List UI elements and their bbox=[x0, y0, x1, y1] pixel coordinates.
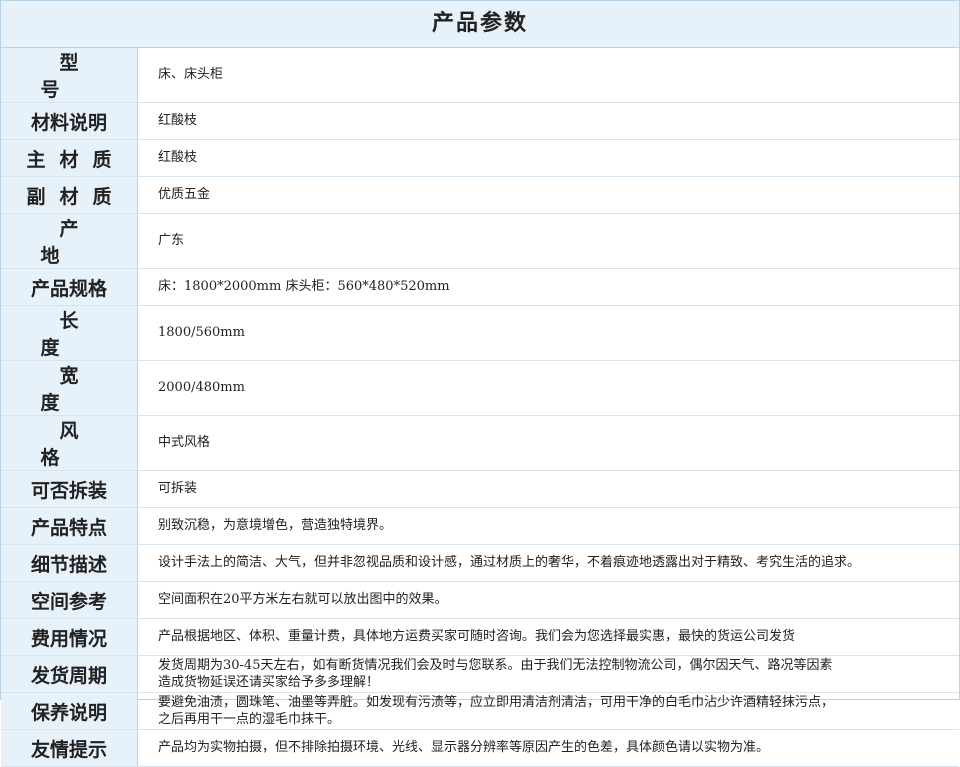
table-row: 主材质 红酸枝 bbox=[1, 139, 959, 177]
row-value: 2000/480mm bbox=[137, 360, 959, 416]
row-value: 床：1800*2000mm 床头柜：560*480*520mm bbox=[137, 268, 959, 306]
page-title: 产品参数 bbox=[1, 1, 959, 48]
row-label: 产品规格 bbox=[1, 268, 138, 306]
row-value-line: 要避免油渍，圆珠笔、油墨等弄脏。如发现有污渍等，应立即用清洁剂清洁，可用干净的白… bbox=[158, 695, 835, 710]
row-label: 主材质 bbox=[1, 139, 138, 177]
row-value-line: 红酸枝 bbox=[158, 113, 198, 128]
row-value: 产品均为实物拍摄，但不排除拍摄环境、光线、显示器分辨率等原因产生的色差，具体颜色… bbox=[137, 729, 959, 767]
table-row: 产品特点 别致沉稳，为意境增色，营造独特境界。 bbox=[1, 507, 959, 545]
row-label: 产地 bbox=[1, 213, 138, 269]
table-row: 保养说明 要避免油渍，圆珠笔、油墨等弄脏。如发现有污渍等，应立即用清洁剂清洁，可用… bbox=[1, 692, 959, 730]
row-value-line: 床：1800*2000mm 床头柜：560*480*520mm bbox=[158, 279, 450, 294]
row-value-line: 发货周期为30-45天左右，如有断货情况我们会及时与您联系。由于我们无法控制物流… bbox=[158, 658, 833, 673]
table-row: 友情提示 产品均为实物拍摄，但不排除拍摄环境、光线、显示器分辨率等原因产生的色差，… bbox=[1, 729, 959, 767]
row-label: 费用情况 bbox=[1, 618, 138, 656]
row-value-line: 造成货物延误还请买家给予多多理解！ bbox=[158, 675, 380, 690]
table-row: 副材质 优质五金 bbox=[1, 176, 959, 214]
table-row: 费用情况 产品根据地区、体积、重量计费，具体地方运费买家可随时咨询。我们会为您选择… bbox=[1, 618, 959, 656]
row-label: 型号 bbox=[1, 48, 138, 103]
table-row: 产地 广东 bbox=[1, 213, 959, 269]
row-value-line: 广东 bbox=[158, 233, 185, 248]
row-label: 副材质 bbox=[1, 176, 138, 214]
row-label: 材料说明 bbox=[1, 102, 138, 140]
row-value: 可拆装 bbox=[137, 470, 959, 508]
row-value-line: 别致沉稳，为意境增色，营造独特境界。 bbox=[158, 518, 393, 533]
row-value: 红酸枝 bbox=[137, 102, 959, 140]
row-label: 友情提示 bbox=[1, 729, 138, 767]
row-value: 1800/560mm bbox=[137, 305, 959, 361]
table-row: 长度 1800/560mm bbox=[1, 305, 959, 361]
table-row: 型号 床、床头柜 bbox=[1, 48, 959, 103]
row-value-line: 床、床头柜 bbox=[158, 67, 224, 82]
table-row: 细节描述 设计手法上的简洁、大气，但并非忽视品质和设计感，通过材质上的奢华，不着痕… bbox=[1, 544, 959, 582]
row-label: 发货周期 bbox=[1, 655, 138, 693]
table-row: 发货周期 发货周期为30-45天左右，如有断货情况我们会及时与您联系。由于我们无法… bbox=[1, 655, 959, 693]
row-label: 产品特点 bbox=[1, 507, 138, 545]
table-row: 宽度 2000/480mm bbox=[1, 360, 959, 416]
row-label: 保养说明 bbox=[1, 692, 138, 730]
row-value-line: 红酸枝 bbox=[158, 150, 198, 165]
row-value: 中式风格 bbox=[137, 415, 959, 471]
row-label: 可否拆装 bbox=[1, 470, 138, 508]
table-row: 可否拆装 可拆装 bbox=[1, 470, 959, 508]
row-value: 别致沉稳，为意境增色，营造独特境界。 bbox=[137, 507, 959, 545]
row-value: 红酸枝 bbox=[137, 139, 959, 177]
row-label: 长度 bbox=[1, 305, 138, 361]
row-value-line: 2000/480mm bbox=[158, 380, 245, 395]
row-value: 设计手法上的简洁、大气，但并非忽视品质和设计感，通过材质上的奢华，不着痕迹地透露… bbox=[137, 544, 959, 582]
row-value: 广东 bbox=[137, 213, 959, 269]
product-params-sheet: 产品参数 型号 床、床头柜 材料说明 红酸枝 主材质 红酸枝 副材质 优质五金 产地 广东 产品规格… bbox=[0, 0, 960, 767]
row-value-line: 1800/560mm bbox=[158, 325, 245, 340]
row-value: 产品根据地区、体积、重量计费，具体地方运费买家可随时咨询。我们会为您选择最实惠，… bbox=[137, 618, 959, 656]
row-value-line: 之后再用干一点的湿毛巾抹干。 bbox=[158, 712, 341, 727]
row-value-line: 可拆装 bbox=[158, 481, 198, 496]
row-value-line: 产品均为实物拍摄，但不排除拍摄环境、光线、显示器分辨率等原因产生的色差，具体颜色… bbox=[158, 740, 770, 755]
table-row: 材料说明 红酸枝 bbox=[1, 102, 959, 140]
table-row: 空间参考 空间面积在20平方米左右就可以放出图中的效果。 bbox=[1, 581, 959, 619]
row-label: 风格 bbox=[1, 415, 138, 471]
row-value-line: 中式风格 bbox=[158, 435, 211, 450]
table-row: 风格 中式风格 bbox=[1, 415, 959, 471]
row-value-line: 设计手法上的简洁、大气，但并非忽视品质和设计感，通过材质上的奢华，不着痕迹地透露… bbox=[158, 555, 861, 570]
row-value-line: 产品根据地区、体积、重量计费，具体地方运费买家可随时咨询。我们会为您选择最实惠，… bbox=[158, 629, 796, 644]
row-value-line: 空间面积在20平方米左右就可以放出图中的效果。 bbox=[158, 592, 448, 607]
row-value-line: 优质五金 bbox=[158, 187, 211, 202]
row-value: 要避免油渍，圆珠笔、油墨等弄脏。如发现有污渍等，应立即用清洁剂清洁，可用干净的白… bbox=[137, 692, 959, 730]
row-value: 床、床头柜 bbox=[137, 48, 959, 103]
table-row: 产品规格 床：1800*2000mm 床头柜：560*480*520mm bbox=[1, 268, 959, 306]
row-value: 发货周期为30-45天左右，如有断货情况我们会及时与您联系。由于我们无法控制物流… bbox=[137, 655, 959, 693]
row-label: 细节描述 bbox=[1, 544, 138, 582]
row-value: 空间面积在20平方米左右就可以放出图中的效果。 bbox=[137, 581, 959, 619]
row-label: 宽度 bbox=[1, 360, 138, 416]
params-table: 型号 床、床头柜 材料说明 红酸枝 主材质 红酸枝 副材质 优质五金 产地 广东 产品规格 床：180… bbox=[1, 48, 959, 767]
row-value: 优质五金 bbox=[137, 176, 959, 214]
row-label: 空间参考 bbox=[1, 581, 138, 619]
